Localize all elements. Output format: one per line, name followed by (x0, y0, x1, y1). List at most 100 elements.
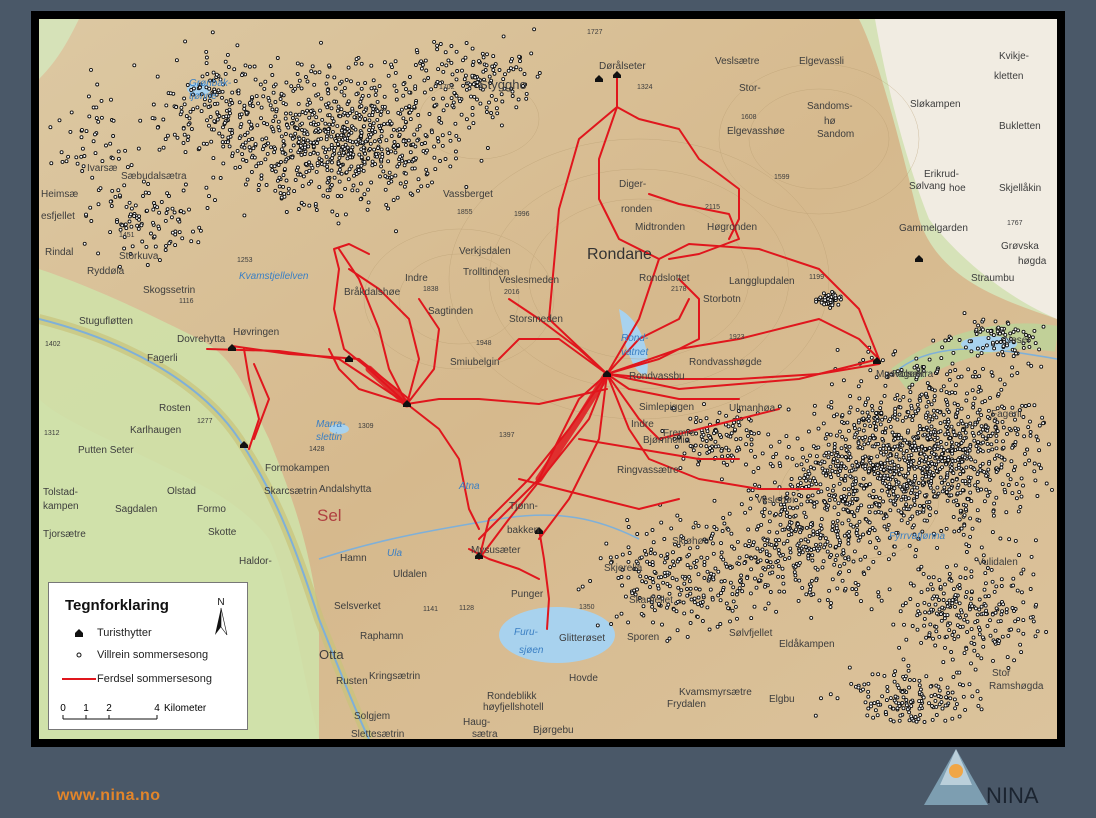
reindeer-dot (988, 618, 992, 623)
elevation-label: 1277 (197, 418, 213, 425)
reindeer-dot (992, 639, 997, 644)
reindeer-dot (952, 401, 957, 406)
reindeer-dot (983, 581, 988, 586)
reindeer-dot (674, 609, 679, 614)
reindeer-dot (725, 453, 730, 458)
map-label: Mysusæter (471, 545, 521, 556)
reindeer-dot (882, 461, 887, 466)
reindeer-dot (929, 694, 934, 699)
reindeer-dot (992, 589, 997, 594)
reindeer-dot (443, 157, 448, 161)
reindeer-dot (408, 117, 413, 122)
reindeer-dot (957, 517, 962, 522)
reindeer-dot (382, 122, 387, 127)
reindeer-dot (620, 583, 625, 588)
scale-bar: 0 1 2 4 Kilometer (60, 703, 207, 720)
reindeer-dot (124, 204, 129, 209)
reindeer-dot (1028, 433, 1033, 438)
map-label: Glitterøset (559, 633, 605, 644)
reindeer-dot (668, 565, 673, 570)
reindeer-dot (230, 151, 235, 156)
map-label: Sagtinden (428, 306, 473, 317)
reindeer-dot (999, 612, 1004, 617)
reindeer-dot (1021, 415, 1026, 419)
reindeer-dot (1032, 328, 1037, 333)
reindeer-dot (857, 396, 862, 401)
reindeer-dot (837, 564, 842, 569)
map-label: Solgjem (354, 711, 390, 722)
map-label: høyfjellshotell (483, 702, 544, 713)
elevation-label: 1312 (44, 430, 60, 437)
nina-logo[interactable]: NINA (920, 745, 1050, 810)
reindeer-dot (949, 424, 954, 429)
reindeer-dot (940, 605, 945, 610)
reindeer-dot (846, 428, 851, 433)
elevation-label: 1948 (476, 340, 492, 347)
reindeer-dot (292, 189, 297, 194)
reindeer-dot (412, 166, 417, 171)
reindeer-dot (976, 323, 981, 328)
reindeer-dot (104, 143, 108, 148)
reindeer-dot (276, 125, 281, 130)
reindeer-dot (432, 155, 437, 160)
reindeer-dot (926, 575, 931, 580)
reindeer-dot (958, 435, 963, 440)
reindeer-dot (379, 134, 384, 139)
reindeer-dot (659, 520, 664, 525)
reindeer-dot (915, 485, 920, 490)
reindeer-dot (893, 396, 898, 401)
reindeer-dot (924, 404, 929, 409)
reindeer-dot (907, 456, 912, 461)
reindeer-dot (795, 436, 800, 441)
reindeer-dot (945, 623, 950, 628)
reindeer-dot (956, 375, 961, 380)
reindeer-dot (506, 68, 511, 73)
reindeer-dot (327, 63, 332, 68)
reindeer-dot (908, 481, 913, 486)
reindeer-dot (973, 606, 978, 611)
reindeer-dot (399, 107, 404, 112)
reindeer-dot (846, 458, 851, 463)
reindeer-dot (840, 413, 845, 418)
reindeer-dot (275, 56, 280, 60)
reindeer-dot (795, 543, 800, 548)
reindeer-dot (913, 554, 918, 559)
reindeer-dot (843, 455, 848, 459)
reindeer-dot (470, 73, 475, 78)
reindeer-dot (281, 184, 286, 189)
reindeer-dot (75, 161, 80, 166)
reindeer-dot (766, 601, 771, 606)
reindeer-dot (878, 460, 883, 465)
reindeer-dot (924, 474, 928, 479)
reindeer-dot (898, 484, 903, 489)
map-label: Rindal (45, 247, 73, 258)
reindeer-dot (172, 210, 177, 215)
reindeer-dot (861, 476, 866, 481)
reindeer-dot (118, 227, 123, 232)
map-label: Sandom (817, 129, 854, 140)
reindeer-dot (846, 538, 851, 542)
reindeer-dot (835, 586, 840, 591)
reindeer-dot (901, 695, 906, 700)
reindeer-dot (964, 542, 969, 547)
reindeer-dot (854, 592, 859, 596)
reindeer-dot (763, 584, 767, 589)
reindeer-dot (950, 444, 955, 449)
reindeer-dot (934, 629, 939, 634)
reindeer-dot (958, 508, 963, 513)
reindeer-dot (959, 374, 964, 379)
reindeer-dot (955, 403, 960, 407)
reindeer-dot (821, 559, 826, 564)
reindeer-dot (814, 578, 819, 583)
reindeer-dot (950, 459, 955, 463)
elevation-label: 1855 (457, 209, 473, 216)
reindeer-dot (862, 442, 867, 447)
nina-website-link[interactable]: www.nina.no (57, 787, 161, 805)
reindeer-dot (818, 542, 823, 547)
reindeer-dot (848, 394, 853, 399)
reindeer-dot (873, 510, 878, 515)
map-label: Ryddøla (87, 266, 125, 277)
reindeer-dot (918, 713, 923, 717)
reindeer-dot (777, 439, 782, 444)
reindeer-dot (396, 110, 401, 115)
